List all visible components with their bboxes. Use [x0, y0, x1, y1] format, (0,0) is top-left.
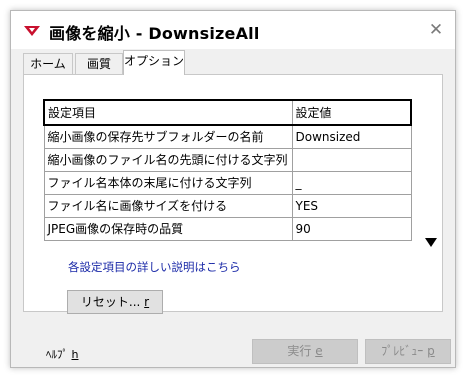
- table-row[interactable]: ファイル名本体の末尾に付ける文字列 _: [43, 170, 412, 195]
- setting-label: 縮小画像のファイル名の先頭に付ける文字列: [43, 147, 293, 172]
- column-header-setting: 設定項目: [43, 99, 293, 126]
- reset-button[interactable]: リセット... r: [67, 290, 163, 314]
- title-bar: 画像を縮小 - DownsizeAll ✕: [11, 11, 455, 49]
- preview-button-key: p: [427, 344, 435, 358]
- setting-value[interactable]: YES: [291, 193, 412, 218]
- table-row[interactable]: 縮小画像の保存先サブフォルダーの名前 Downsized: [43, 124, 412, 149]
- tab-options[interactable]: オプション: [123, 50, 185, 75]
- run-button-key: e: [315, 344, 323, 358]
- run-button[interactable]: 実行 e: [252, 339, 358, 364]
- tab-quality[interactable]: 画質: [75, 53, 123, 74]
- tab-home-label: ホーム: [30, 57, 66, 71]
- setting-label: ファイル名に画像サイズを付ける: [43, 193, 293, 218]
- help-shortcut[interactable]: ﾍﾙﾌﾟ h: [46, 346, 78, 362]
- settings-help-link[interactable]: 各設定項目の詳しい説明はこちら: [68, 259, 241, 275]
- column-header-value: 設定値: [291, 99, 412, 126]
- setting-value[interactable]: _: [291, 170, 412, 195]
- settings-table: 設定項目 設定値 縮小画像の保存先サブフォルダーの名前 Downsized 縮小…: [43, 99, 412, 241]
- window-title: 画像を縮小 - DownsizeAll: [49, 24, 260, 43]
- help-key: h: [71, 348, 79, 361]
- run-button-label: 実行: [287, 344, 312, 358]
- tab-quality-label: 画質: [86, 57, 111, 71]
- setting-value[interactable]: Downsized: [291, 124, 412, 149]
- setting-value[interactable]: [291, 147, 412, 172]
- preview-button-label: ﾌﾟﾚﾋﾞｭｰ: [381, 344, 424, 358]
- setting-label: JPEG画像の保存時の品質: [43, 216, 293, 241]
- scroll-down-arrow-icon[interactable]: [425, 238, 437, 247]
- close-icon[interactable]: ✕: [425, 19, 447, 41]
- reset-button-key: r: [144, 295, 150, 309]
- help-label: ﾍﾙﾌﾟ: [46, 348, 68, 361]
- setting-label: ファイル名本体の末尾に付ける文字列: [43, 170, 293, 195]
- tab-options-label: オプション: [124, 54, 185, 68]
- table-header-row: 設定項目 設定値: [43, 99, 412, 126]
- preview-button[interactable]: ﾌﾟﾚﾋﾞｭｰ p: [365, 339, 451, 364]
- tab-home[interactable]: ホーム: [23, 53, 73, 74]
- table-row[interactable]: 縮小画像のファイル名の先頭に付ける文字列: [43, 147, 412, 172]
- downsize-app-icon: [24, 26, 40, 36]
- reset-button-label: リセット...: [80, 295, 141, 309]
- dialog-window: 画像を縮小 - DownsizeAll ✕ ホーム 画質 オプション 設定項目 …: [10, 10, 456, 368]
- setting-value[interactable]: 90: [291, 216, 412, 241]
- setting-label: 縮小画像の保存先サブフォルダーの名前: [43, 124, 293, 149]
- table-row[interactable]: JPEG画像の保存時の品質 90: [43, 216, 412, 241]
- table-row[interactable]: ファイル名に画像サイズを付ける YES: [43, 193, 412, 218]
